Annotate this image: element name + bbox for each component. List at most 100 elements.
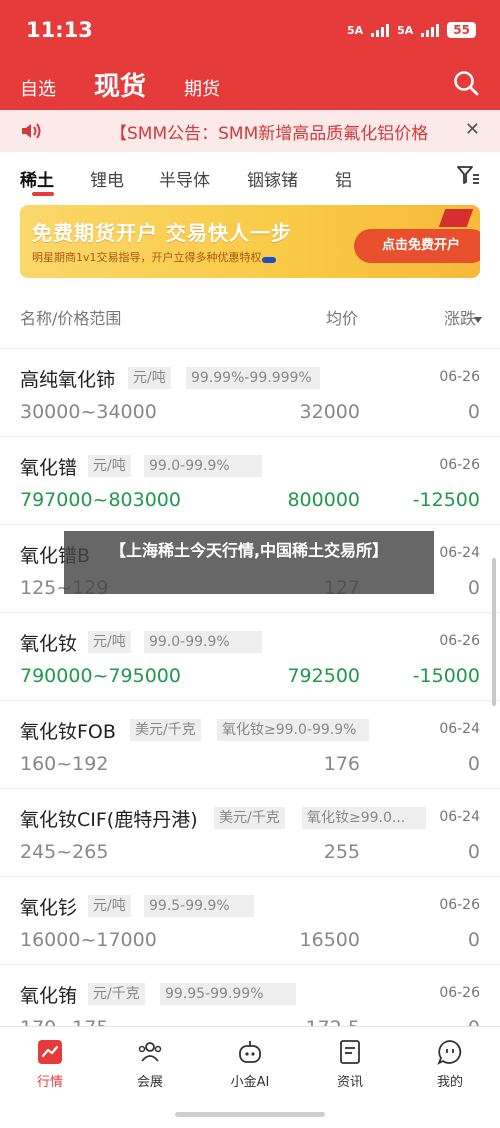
header-average: 均价 xyxy=(326,309,359,328)
network-label-1: 5A xyxy=(346,23,364,37)
signal-icon xyxy=(371,23,390,37)
unit-tag: 元/吨 xyxy=(128,367,171,389)
header-change[interactable]: 涨跌 xyxy=(444,305,476,329)
category-bar: 稀土 锂电 半导体 铟镓锗 铝 xyxy=(0,152,500,202)
price-range: 16000~17000 xyxy=(20,929,157,951)
price-change: 0 xyxy=(467,401,480,423)
price-range: 245~265 xyxy=(20,841,109,863)
signal-icon-2 xyxy=(421,23,440,37)
nav-exhibition[interactable]: 会展 xyxy=(110,1039,190,1090)
average-price: 800000 xyxy=(287,489,360,511)
header-name-range: 名称/价格范围 xyxy=(20,309,122,328)
nav-news-label: 资讯 xyxy=(336,1075,363,1090)
scrollbar[interactable] xyxy=(492,558,496,706)
price-change: 0 xyxy=(467,577,480,599)
category-indium-gallium-germanium[interactable]: 铟镓锗 xyxy=(247,166,298,191)
category-semiconductor[interactable]: 半导体 xyxy=(159,166,210,191)
price-range: 30000~34000 xyxy=(20,401,157,423)
spec-tag: 氧化钕≥99.0... xyxy=(302,807,426,829)
chat-bubble-icon xyxy=(437,1040,462,1065)
product-name: 氧化钕FOB xyxy=(20,721,116,743)
tab-watchlist[interactable]: 自选 xyxy=(20,75,56,101)
product-name: 高纯氧化铈 xyxy=(20,369,116,391)
price-range: 797000~803000 xyxy=(20,489,181,511)
category-lithium[interactable]: 锂电 xyxy=(90,166,124,191)
nav-exhibition-label: 会展 xyxy=(136,1075,163,1090)
price-date: 06-24 xyxy=(439,809,480,825)
product-name: 氧化钕 xyxy=(20,633,78,655)
home-indicator xyxy=(175,1112,325,1117)
unit-tag: 元/千克 xyxy=(88,983,145,1005)
banner-title: 免费期货开户 交易快人一步 xyxy=(32,221,292,245)
product-name: 氧化镨 xyxy=(20,457,78,479)
product-name: 氧化钕CIF(鹿特丹港) xyxy=(20,809,198,831)
average-price: 792500 xyxy=(287,665,360,687)
document-icon xyxy=(340,1040,360,1064)
price-change: 0 xyxy=(467,929,480,951)
network-label-2: 5A xyxy=(397,23,414,37)
close-icon[interactable]: ✕ xyxy=(465,119,480,140)
table-row[interactable]: 氧化钐 元/吨 99.5-99.9% 06-26 16000~17000 165… xyxy=(0,876,500,964)
spec-tag: 氧化钕≥99.0-99.9% xyxy=(217,719,369,741)
unit-tag: 元/吨 xyxy=(88,455,131,477)
category-rare-earth[interactable]: 稀土 xyxy=(20,166,54,191)
list-header: 名称/价格范围 均价 涨跌 xyxy=(0,295,500,335)
category-active-indicator xyxy=(32,192,54,196)
price-date: 06-26 xyxy=(439,369,480,385)
nav-market-label: 行情 xyxy=(36,1075,63,1090)
price-date: 06-24 xyxy=(439,721,480,737)
search-icon[interactable] xyxy=(452,69,480,97)
product-name: 氧化钐 xyxy=(20,897,78,919)
price-change: -12500 xyxy=(412,489,480,511)
price-change: 0 xyxy=(467,841,480,863)
carousel-indicator xyxy=(262,257,276,263)
price-change: -15000 xyxy=(412,665,480,687)
spec-tag: 99.99%-99.999% xyxy=(186,367,320,389)
speaker-icon xyxy=(22,123,41,139)
table-row[interactable]: 氧化镨 元/吨 99.0-99.9% 06-26 797000~803000 8… xyxy=(0,436,500,524)
filter-icon[interactable] xyxy=(456,163,480,187)
nav-ai-label: 小金AI xyxy=(230,1075,270,1090)
chart-icon xyxy=(38,1040,62,1064)
table-row[interactable]: 高纯氧化铈 元/吨 99.99%-99.999% 06-26 30000~340… xyxy=(0,348,500,436)
tab-spot[interactable]: 现货 xyxy=(94,66,146,103)
status-bar: 11:13 5A 5A 55 xyxy=(0,0,500,60)
price-date: 06-24 xyxy=(439,545,480,561)
average-price: 16500 xyxy=(299,929,360,951)
banner-decoration xyxy=(438,209,474,227)
average-price: 32000 xyxy=(299,401,360,423)
nav-market[interactable]: 行情 xyxy=(10,1039,90,1090)
product-name: 氧化铕 xyxy=(20,985,78,1007)
top-nav: 自选 现货 期货 xyxy=(0,60,500,110)
spec-tag: 99.0-99.9% xyxy=(144,455,262,477)
table-row[interactable]: 氧化钕CIF(鹿特丹港) 美元/千克 氧化钕≥99.0... 06-24 245… xyxy=(0,788,500,876)
open-account-button[interactable]: 点击免费开户 xyxy=(354,229,480,263)
category-aluminum[interactable]: 铝 xyxy=(335,166,352,191)
nav-news[interactable]: 资讯 xyxy=(310,1039,390,1090)
promo-banner[interactable]: 免费期货开户 交易快人一步 明星期商1v1交易指导，开户立得多种优惠特权 点击免… xyxy=(20,205,480,278)
average-price: 255 xyxy=(323,841,360,863)
price-range: 160~192 xyxy=(20,753,109,775)
price-date: 06-26 xyxy=(439,457,480,473)
nav-profile-label: 我的 xyxy=(436,1075,463,1090)
announcement-bar[interactable]: 【SMM公告：SMM新增高品质氟化铝价格 ✕ xyxy=(0,110,500,152)
status-indicators: 5A 5A 55 xyxy=(347,22,476,38)
tab-futures[interactable]: 期货 xyxy=(184,75,220,101)
nav-profile[interactable]: 我的 xyxy=(410,1039,490,1090)
banner-subtitle: 明星期商1v1交易指导，开户立得多种优惠特权 xyxy=(32,251,262,264)
price-date: 06-26 xyxy=(439,985,480,1001)
price-change: 0 xyxy=(467,753,480,775)
nav-ai[interactable]: 小金AI xyxy=(210,1039,290,1090)
people-icon xyxy=(138,1042,162,1062)
announcement-text: 【SMM公告：SMM新增高品质氟化铝价格 xyxy=(110,124,429,144)
spec-tag: 99.5-99.9% xyxy=(144,895,254,917)
price-date: 06-26 xyxy=(439,897,480,913)
unit-tag: 美元/千克 xyxy=(214,807,285,829)
status-time: 11:13 xyxy=(26,18,93,42)
table-row[interactable]: 氧化钕FOB 美元/千克 氧化钕≥99.0-99.9% 06-24 160~19… xyxy=(0,700,500,788)
table-row[interactable]: 氧化钕 元/吨 99.0-99.9% 06-26 790000~795000 7… xyxy=(0,612,500,700)
average-price: 176 xyxy=(323,753,360,775)
spec-tag: 99.95-99.99% xyxy=(160,983,296,1005)
sort-icon[interactable] xyxy=(474,317,482,323)
price-range: 790000~795000 xyxy=(20,665,181,687)
